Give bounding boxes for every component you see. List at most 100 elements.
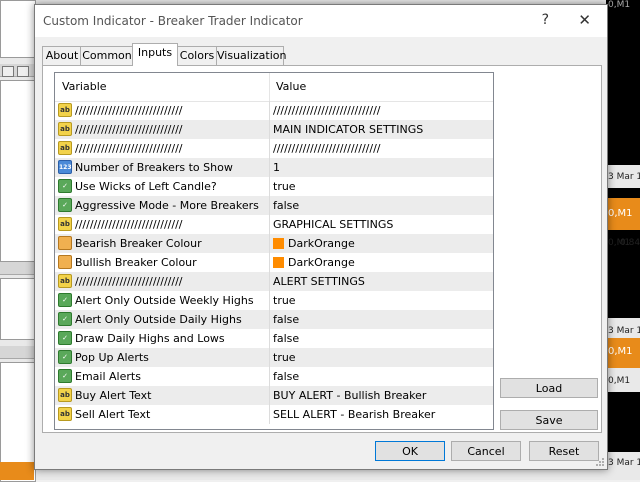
- bg-chart-label: 0,M1: [608, 0, 631, 10]
- bg-chart-date: 3 Mar 1: [608, 172, 640, 182]
- column-header-variable[interactable]: Variable: [62, 80, 107, 93]
- row-value[interactable]: false: [273, 370, 299, 383]
- tab-about[interactable]: About: [42, 46, 82, 65]
- table-row[interactable]: ✓ Use Wicks of Left Candle? true: [55, 177, 493, 196]
- row-variable: Sell Alert Text: [75, 408, 151, 421]
- cell-divider: [269, 158, 270, 177]
- string-type-icon: ab: [58, 141, 72, 155]
- row-value[interactable]: false: [273, 313, 299, 326]
- bg-chart-area: [606, 392, 640, 452]
- cell-divider: [269, 272, 270, 291]
- table-row[interactable]: ✓ Aggressive Mode - More Breakers false: [55, 196, 493, 215]
- load-button[interactable]: Load: [500, 378, 598, 398]
- row-value[interactable]: /////////////////////////////: [273, 104, 380, 117]
- table-row[interactable]: ✓ Pop Up Alerts true: [55, 348, 493, 367]
- row-value[interactable]: GRAPHICAL SETTINGS: [273, 218, 393, 231]
- row-value-text: false: [273, 199, 300, 212]
- table-row[interactable]: Bullish Breaker Colour DarkOrange: [55, 253, 493, 272]
- cell-divider: [269, 177, 270, 196]
- bg-restore-icon: [2, 66, 14, 77]
- boolean-type-icon: ✓: [58, 331, 72, 345]
- boolean-type-icon: ✓: [58, 293, 72, 307]
- save-button[interactable]: Save: [500, 410, 598, 430]
- table-row[interactable]: ✓ Email Alerts false: [55, 367, 493, 386]
- string-type-icon: ab: [58, 407, 72, 421]
- row-value[interactable]: MAIN INDICATOR SETTINGS: [273, 123, 423, 136]
- cancel-button[interactable]: Cancel: [451, 441, 521, 461]
- row-value[interactable]: /////////////////////////////: [273, 142, 380, 155]
- bg-chart-date: 3 Mar 1: [608, 458, 640, 468]
- row-value[interactable]: true: [273, 351, 296, 364]
- table-row[interactable]: ab///////////////////////////// MAIN INDI…: [55, 120, 493, 139]
- bg-orange-bar: [0, 462, 34, 480]
- row-variable: Buy Alert Text: [75, 389, 152, 402]
- cell-divider: [269, 139, 270, 158]
- boolean-type-icon: ✓: [58, 350, 72, 364]
- table-row[interactable]: ✓ Alert Only Outside Weekly Highs true: [55, 291, 493, 310]
- row-variable: /////////////////////////////: [75, 104, 183, 117]
- integer-type-icon: 123: [58, 160, 72, 174]
- tab-colors[interactable]: Colors: [176, 46, 218, 65]
- tab-common[interactable]: Common: [80, 46, 134, 65]
- table-row[interactable]: ab//////////////////////////////////////…: [55, 139, 493, 158]
- bg-chart-date: 3 Mar 1: [608, 326, 640, 336]
- row-value[interactable]: DarkOrange: [273, 237, 355, 250]
- cell-divider: [269, 386, 270, 405]
- row-variable: Number of Breakers to Show: [75, 161, 233, 174]
- tab-visualization[interactable]: Visualization: [216, 46, 286, 65]
- cell-divider: [269, 367, 270, 386]
- row-variable: Alert Only Outside Weekly Highs: [75, 294, 254, 307]
- boolean-type-icon: ✓: [58, 198, 72, 212]
- table-row[interactable]: ab Sell Alert Text SELL ALERT - Bearish Br…: [55, 405, 493, 424]
- row-value-text: ALERT SETTINGS: [273, 275, 365, 288]
- row-value-text: DarkOrange: [288, 256, 355, 269]
- help-icon[interactable]: ?: [542, 12, 549, 28]
- cell-divider: [269, 253, 270, 272]
- cell-divider: [269, 120, 270, 139]
- row-variable: Draw Daily Highs and Lows: [75, 332, 225, 345]
- cell-divider: [269, 405, 270, 424]
- row-value[interactable]: 1: [273, 161, 280, 174]
- column-divider[interactable]: [269, 73, 270, 101]
- row-variable: Bullish Breaker Colour: [75, 256, 197, 269]
- ok-button[interactable]: OK: [375, 441, 445, 461]
- custom-indicator-dialog: Custom Indicator - Breaker Trader Indica…: [34, 4, 608, 470]
- row-value[interactable]: false: [273, 199, 299, 212]
- table-row[interactable]: ✓ Draw Daily Highs and Lows false: [55, 329, 493, 348]
- column-header-value[interactable]: Value: [276, 80, 306, 93]
- row-value[interactable]: SELL ALERT - Bearish Breaker: [273, 408, 435, 421]
- string-type-icon: ab: [58, 122, 72, 136]
- resize-grip-icon[interactable]: [595, 457, 605, 467]
- table-row[interactable]: Bearish Breaker Colour DarkOrange: [55, 234, 493, 253]
- string-type-icon: ab: [58, 388, 72, 402]
- bg-chart-window: [0, 0, 36, 58]
- row-value[interactable]: true: [273, 294, 296, 307]
- color-swatch: [273, 238, 284, 249]
- row-value[interactable]: true: [273, 180, 296, 193]
- row-value-text: SELL ALERT - Bearish Breaker: [273, 408, 436, 421]
- row-value[interactable]: false: [273, 332, 299, 345]
- tab-inputs[interactable]: Inputs: [132, 43, 178, 66]
- string-type-icon: ab: [58, 274, 72, 288]
- row-value-text: true: [273, 294, 296, 307]
- reset-button[interactable]: Reset: [529, 441, 599, 461]
- table-row[interactable]: ab//////////////////////////////////////…: [55, 101, 493, 120]
- close-icon[interactable]: ✕: [578, 11, 591, 29]
- table-row[interactable]: ✓ Alert Only Outside Daily Highs false: [55, 310, 493, 329]
- table-row[interactable]: ab///////////////////////////// GRAPHICAL…: [55, 215, 493, 234]
- row-value[interactable]: BUY ALERT - Bullish Breaker: [273, 389, 426, 402]
- row-variable: Bearish Breaker Colour: [75, 237, 202, 250]
- row-variable: Pop Up Alerts: [75, 351, 149, 364]
- row-variable: /////////////////////////////: [75, 218, 183, 231]
- table-row[interactable]: ab Buy Alert Text BUY ALERT - Bullish Brea…: [55, 386, 493, 405]
- string-type-icon: ab: [58, 217, 72, 231]
- cell-divider: [269, 101, 270, 120]
- row-value[interactable]: DarkOrange: [273, 256, 355, 269]
- table-header: Variable Value: [55, 73, 493, 102]
- bg-chart-label: 0,M1: [608, 208, 633, 219]
- cell-divider: [269, 348, 270, 367]
- row-value[interactable]: ALERT SETTINGS: [273, 275, 365, 288]
- row-value-text: true: [273, 351, 296, 364]
- table-row[interactable]: 123 Number of Breakers to Show 1: [55, 158, 493, 177]
- table-row[interactable]: ab///////////////////////////// ALERT SET…: [55, 272, 493, 291]
